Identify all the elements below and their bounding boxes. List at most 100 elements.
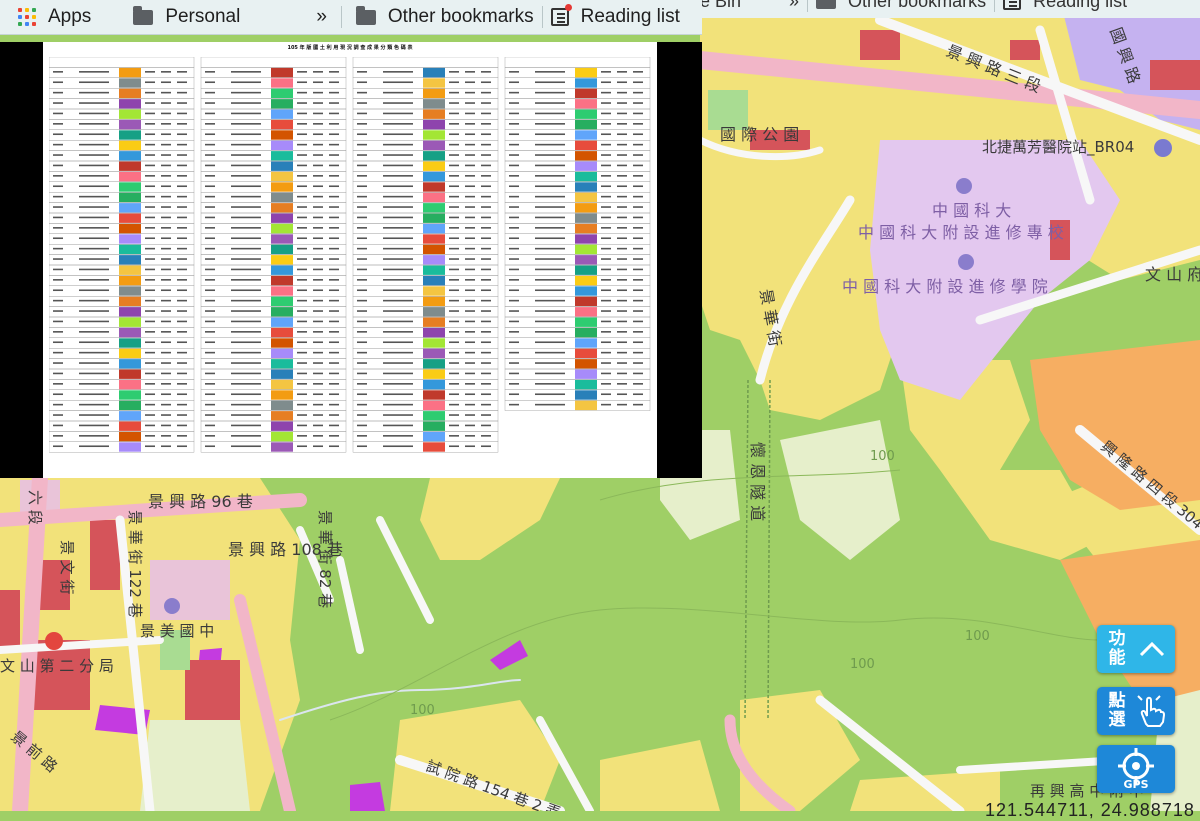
cell-text (617, 351, 627, 354)
cell-text (313, 310, 323, 312)
color-swatch (575, 109, 597, 119)
cell-text (177, 351, 187, 354)
personal-folder[interactable]: Personal (133, 5, 241, 28)
cell-text (481, 289, 491, 292)
cell-text (601, 268, 611, 271)
reading-list[interactable]: Reading list (550, 4, 680, 28)
cell-text (177, 445, 187, 448)
document-viewer[interactable]: 105 年 版 國 土 利 用 現 況 調 查 成 果 分 類 色 碼 表 (0, 42, 702, 478)
cell-text (177, 91, 187, 94)
pick-button[interactable]: 點選 (1097, 687, 1175, 735)
gps-button[interactable]: GPS (1097, 745, 1175, 793)
color-swatch (119, 213, 141, 223)
cell-text (231, 123, 261, 125)
cell-text (231, 154, 261, 156)
menu-toggle-button[interactable]: 功能 (1097, 625, 1175, 673)
other-bookmarks[interactable]: Other bookmarks (355, 5, 534, 28)
color-swatch (119, 411, 141, 421)
cell-text (357, 91, 367, 94)
bookmark-partial[interactable]: e Bin (700, 0, 741, 12)
cell-text (313, 143, 323, 146)
cell-text (449, 362, 459, 364)
cell-text (617, 310, 627, 312)
cell-text (177, 331, 187, 333)
overflow-chevron-icon[interactable]: » (316, 6, 327, 28)
cell-text (329, 227, 339, 229)
personal-label: Personal (165, 6, 241, 27)
cell-text (231, 299, 261, 302)
apps-bookmark[interactable]: Apps (0, 6, 91, 28)
cell-text (617, 341, 627, 344)
cell-text (177, 320, 187, 323)
cell-text (481, 133, 491, 136)
color-swatch (119, 130, 141, 140)
color-swatch (119, 99, 141, 109)
cell-text (383, 206, 413, 208)
cell-text (357, 133, 367, 136)
reading-list[interactable]: Reading list (1003, 0, 1127, 12)
cell-text (383, 143, 413, 146)
cell-text (145, 102, 155, 104)
cell-text (53, 289, 63, 292)
color-swatch (119, 192, 141, 203)
cell-text (535, 185, 565, 188)
cell-text (509, 237, 519, 240)
color-swatch (119, 119, 141, 130)
color-swatch (119, 203, 141, 213)
color-swatch (119, 317, 141, 327)
folder-icon (816, 0, 837, 9)
color-swatch (271, 442, 293, 452)
cell-text (509, 123, 519, 125)
cell-text (617, 185, 627, 188)
color-swatch (423, 161, 445, 171)
cell-text (177, 268, 187, 271)
cell-text (383, 195, 413, 198)
cell-text (329, 372, 339, 375)
color-swatch (575, 234, 597, 244)
contour-label: 100 (870, 449, 895, 464)
cell-text (329, 164, 339, 167)
cell-text (205, 81, 215, 84)
cell-text (509, 216, 519, 219)
cell-text (617, 175, 627, 177)
color-swatch (575, 171, 597, 182)
cell-text (601, 143, 611, 146)
color-swatch (575, 151, 597, 161)
document-title: 105 年 版 國 土 利 用 現 況 調 查 成 果 分 類 色 碼 表 (287, 45, 413, 51)
cell-text (617, 279, 627, 281)
cell-text (177, 279, 187, 281)
cell-text (449, 164, 459, 167)
cell-text (449, 123, 459, 125)
cell-text (329, 331, 339, 333)
color-swatch (271, 390, 293, 400)
cell-text (481, 362, 491, 364)
cell-text (297, 175, 307, 177)
cell-text (231, 383, 261, 385)
cell-text (53, 268, 63, 271)
cell-text (177, 71, 187, 73)
cell-text (383, 91, 413, 94)
cell-text (633, 133, 643, 136)
other-bookmarks[interactable]: Other bookmarks (816, 0, 986, 12)
cell-text (313, 112, 323, 115)
cell-text (383, 435, 413, 437)
cell-text (535, 133, 565, 136)
color-swatch (271, 223, 293, 234)
cell-text (601, 91, 611, 94)
cell-text (79, 143, 109, 146)
cell-text (633, 393, 643, 396)
cell-text (231, 362, 261, 364)
cell-text (53, 154, 63, 156)
cell-text (313, 133, 323, 136)
color-swatch (119, 307, 141, 317)
cell-text (79, 435, 109, 437)
cell-text (297, 268, 307, 271)
color-swatch (423, 67, 445, 78)
cell-text (357, 258, 367, 260)
bookmarks-bar: Apps Personal » Other bookmarks Reading … (0, 0, 702, 35)
cell-text (617, 216, 627, 219)
cell-text (509, 154, 519, 156)
cell-text (205, 403, 215, 406)
overflow-chevron-icon[interactable]: » (789, 0, 799, 12)
cell-text (145, 393, 155, 396)
